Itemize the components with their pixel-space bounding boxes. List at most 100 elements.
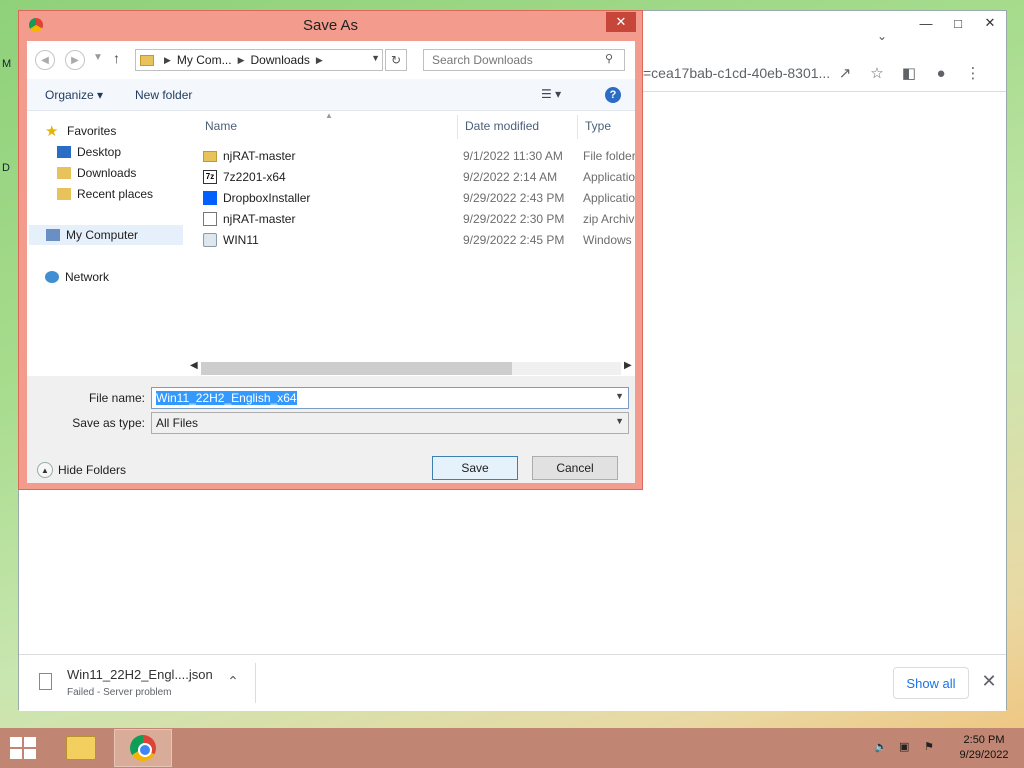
7zip-icon: 7z	[203, 170, 217, 184]
share-icon[interactable]: ↗	[829, 59, 861, 87]
windows-logo-icon	[24, 737, 36, 747]
hide-folders-label: Hide Folders	[58, 463, 127, 477]
recent-locations-chevron-icon[interactable]: ▼	[93, 52, 103, 63]
kebab-menu-icon[interactable]: ⋮	[957, 59, 989, 87]
new-folder-button[interactable]: New folder	[135, 88, 192, 102]
address-bar[interactable]: ▶ My Com... ▶ Downloads ▶ ▼	[135, 49, 383, 71]
save-button[interactable]: Save	[432, 456, 518, 480]
action-center-flag-icon[interactable]: ⚑	[924, 740, 938, 754]
computer-icon	[46, 229, 60, 241]
divider	[255, 663, 256, 703]
scroll-right-icon[interactable]: ▶	[624, 360, 632, 371]
file-name-field[interactable]: Win11_22H2_English_x64 ▼	[151, 387, 629, 409]
column-divider[interactable]	[457, 115, 458, 139]
column-header-type[interactable]: Type	[585, 119, 611, 133]
tab-search-chevron-icon[interactable]: ⌄	[877, 29, 887, 43]
chevron-up-icon[interactable]: ⌃	[223, 673, 243, 693]
close-window-button[interactable]: ✕	[974, 11, 1006, 35]
folder-icon	[203, 151, 217, 162]
close-shelf-icon[interactable]: ✕	[977, 669, 1001, 693]
column-header-name[interactable]: Name	[205, 119, 237, 133]
dialog-close-button[interactable]: ✕	[606, 12, 636, 32]
omnibox[interactable]: =cea17bab-c1cd-40eb-8301... ↗ ☆ ◧ ● ⋮	[643, 59, 1008, 87]
nav-label: Downloads	[77, 166, 137, 180]
file-name-value[interactable]: Win11_22H2_English_x64	[156, 391, 297, 405]
breadcrumb-my-computer[interactable]: My Com...	[177, 53, 232, 67]
nav-favorites[interactable]: ★ Favorites	[45, 121, 116, 141]
bookmark-star-icon[interactable]: ☆	[861, 59, 893, 87]
save-as-dialog: Save As ✕ ◀ ▶ ▼ ↑ ▶ My Com... ▶ Download…	[18, 10, 643, 490]
forward-button[interactable]: ▶	[65, 50, 85, 70]
file-row[interactable]: 7z 7z2201-x64 9/2/2022 2:14 AM Applicati…	[193, 167, 635, 187]
horizontal-scrollbar[interactable]: ◀ ▶	[187, 359, 635, 377]
file-name-label: File name:	[88, 391, 145, 405]
network-status-icon[interactable]: ▣	[899, 740, 913, 754]
downloads-folder-icon	[57, 167, 71, 179]
nav-desktop[interactable]: Desktop	[57, 142, 121, 162]
zip-icon	[203, 212, 217, 226]
disc-image-icon	[203, 233, 217, 247]
windows-logo-icon	[24, 749, 36, 759]
dialog-titlebar[interactable]: Save As ✕	[19, 11, 642, 41]
refresh-button[interactable]: ↻	[385, 49, 407, 71]
scroll-left-icon[interactable]: ◀	[190, 360, 198, 371]
breadcrumb-separator: ▶	[315, 54, 323, 65]
file-row[interactable]: njRAT-master 9/29/2022 2:30 PM zip Archi…	[193, 209, 635, 229]
windows-logo-icon	[10, 737, 22, 747]
file-date: 9/29/2022 2:43 PM	[463, 191, 565, 205]
file-date: 9/29/2022 2:30 PM	[463, 212, 565, 226]
search-input[interactable]: Search Downloads	[423, 49, 625, 71]
nav-label: Network	[65, 270, 110, 284]
organize-menu[interactable]: Organize ▾	[45, 88, 103, 102]
windows-logo-icon	[10, 749, 22, 759]
file-row[interactable]: WIN11 9/29/2022 2:45 PM Windows	[193, 230, 635, 250]
taskbar-chrome[interactable]	[114, 729, 172, 767]
nav-network[interactable]: Network	[45, 267, 109, 287]
file-row[interactable]: DropboxInstaller 9/29/2022 2:43 PM Appli…	[193, 188, 635, 208]
save-type-select[interactable]: All Files ▼	[151, 412, 629, 434]
url-text[interactable]: =cea17bab-c1cd-40eb-8301...	[643, 65, 829, 81]
view-options-icon[interactable]: ☰ ▾	[541, 87, 561, 101]
dropbox-icon	[203, 191, 217, 205]
minimize-button[interactable]: —	[910, 11, 942, 35]
download-status: Failed - Server problem	[67, 687, 172, 698]
nav-downloads[interactable]: Downloads	[57, 163, 136, 183]
help-icon[interactable]: ?	[605, 87, 621, 103]
volume-muted-icon[interactable]: 🔈	[874, 740, 888, 754]
nav-recent-places[interactable]: Recent places	[57, 184, 153, 204]
show-all-button[interactable]: Show all	[893, 667, 969, 699]
nav-label: Favorites	[67, 124, 117, 138]
desktop-icon-label: M	[2, 58, 12, 70]
system-clock[interactable]: 2:50 PM 9/29/2022	[952, 733, 1016, 763]
back-button[interactable]: ◀	[35, 50, 55, 70]
address-dropdown-icon[interactable]: ▼	[371, 53, 380, 63]
clock-date: 9/29/2022	[959, 749, 1009, 761]
chrome-icon	[130, 735, 156, 761]
column-header-date[interactable]: Date modified	[465, 119, 539, 133]
nav-my-computer[interactable]: My Computer	[29, 225, 183, 245]
file-name: DropboxInstaller	[223, 191, 311, 205]
profile-avatar-icon[interactable]: ●	[925, 59, 957, 87]
cancel-button[interactable]: Cancel	[532, 456, 618, 480]
chevron-down-icon[interactable]: ▼	[615, 416, 624, 426]
search-icon: ⚲	[605, 53, 614, 65]
maximize-button[interactable]: □	[942, 11, 974, 35]
scrollbar-thumb[interactable]	[201, 362, 512, 375]
up-arrow-icon[interactable]: ↑	[113, 50, 120, 66]
file-date: 9/2/2022 2:14 AM	[463, 170, 558, 184]
file-date: 9/1/2022 11:30 AM	[463, 149, 563, 163]
desktop-icon	[57, 146, 71, 158]
command-bar: Organize ▾ New folder ☰ ▾ ?	[27, 79, 635, 111]
start-button[interactable]	[10, 737, 38, 761]
file-row[interactable]: njRAT-master 9/1/2022 11:30 AM File fold…	[193, 146, 635, 166]
taskbar-file-explorer[interactable]	[52, 729, 110, 767]
chevron-down-icon[interactable]: ▼	[615, 391, 624, 401]
file-type: Application	[583, 191, 635, 205]
hide-folders-toggle[interactable]: ▲ Hide Folders	[37, 462, 126, 478]
side-panel-icon[interactable]: ◧	[893, 59, 925, 87]
download-item[interactable]: Win11_22H2_Engl....json Failed - Server …	[27, 663, 255, 705]
breadcrumb-downloads[interactable]: Downloads	[251, 53, 310, 67]
file-type: Windows	[583, 233, 632, 247]
column-divider[interactable]	[577, 115, 578, 139]
clock-time: 2:50 PM	[963, 734, 1005, 746]
